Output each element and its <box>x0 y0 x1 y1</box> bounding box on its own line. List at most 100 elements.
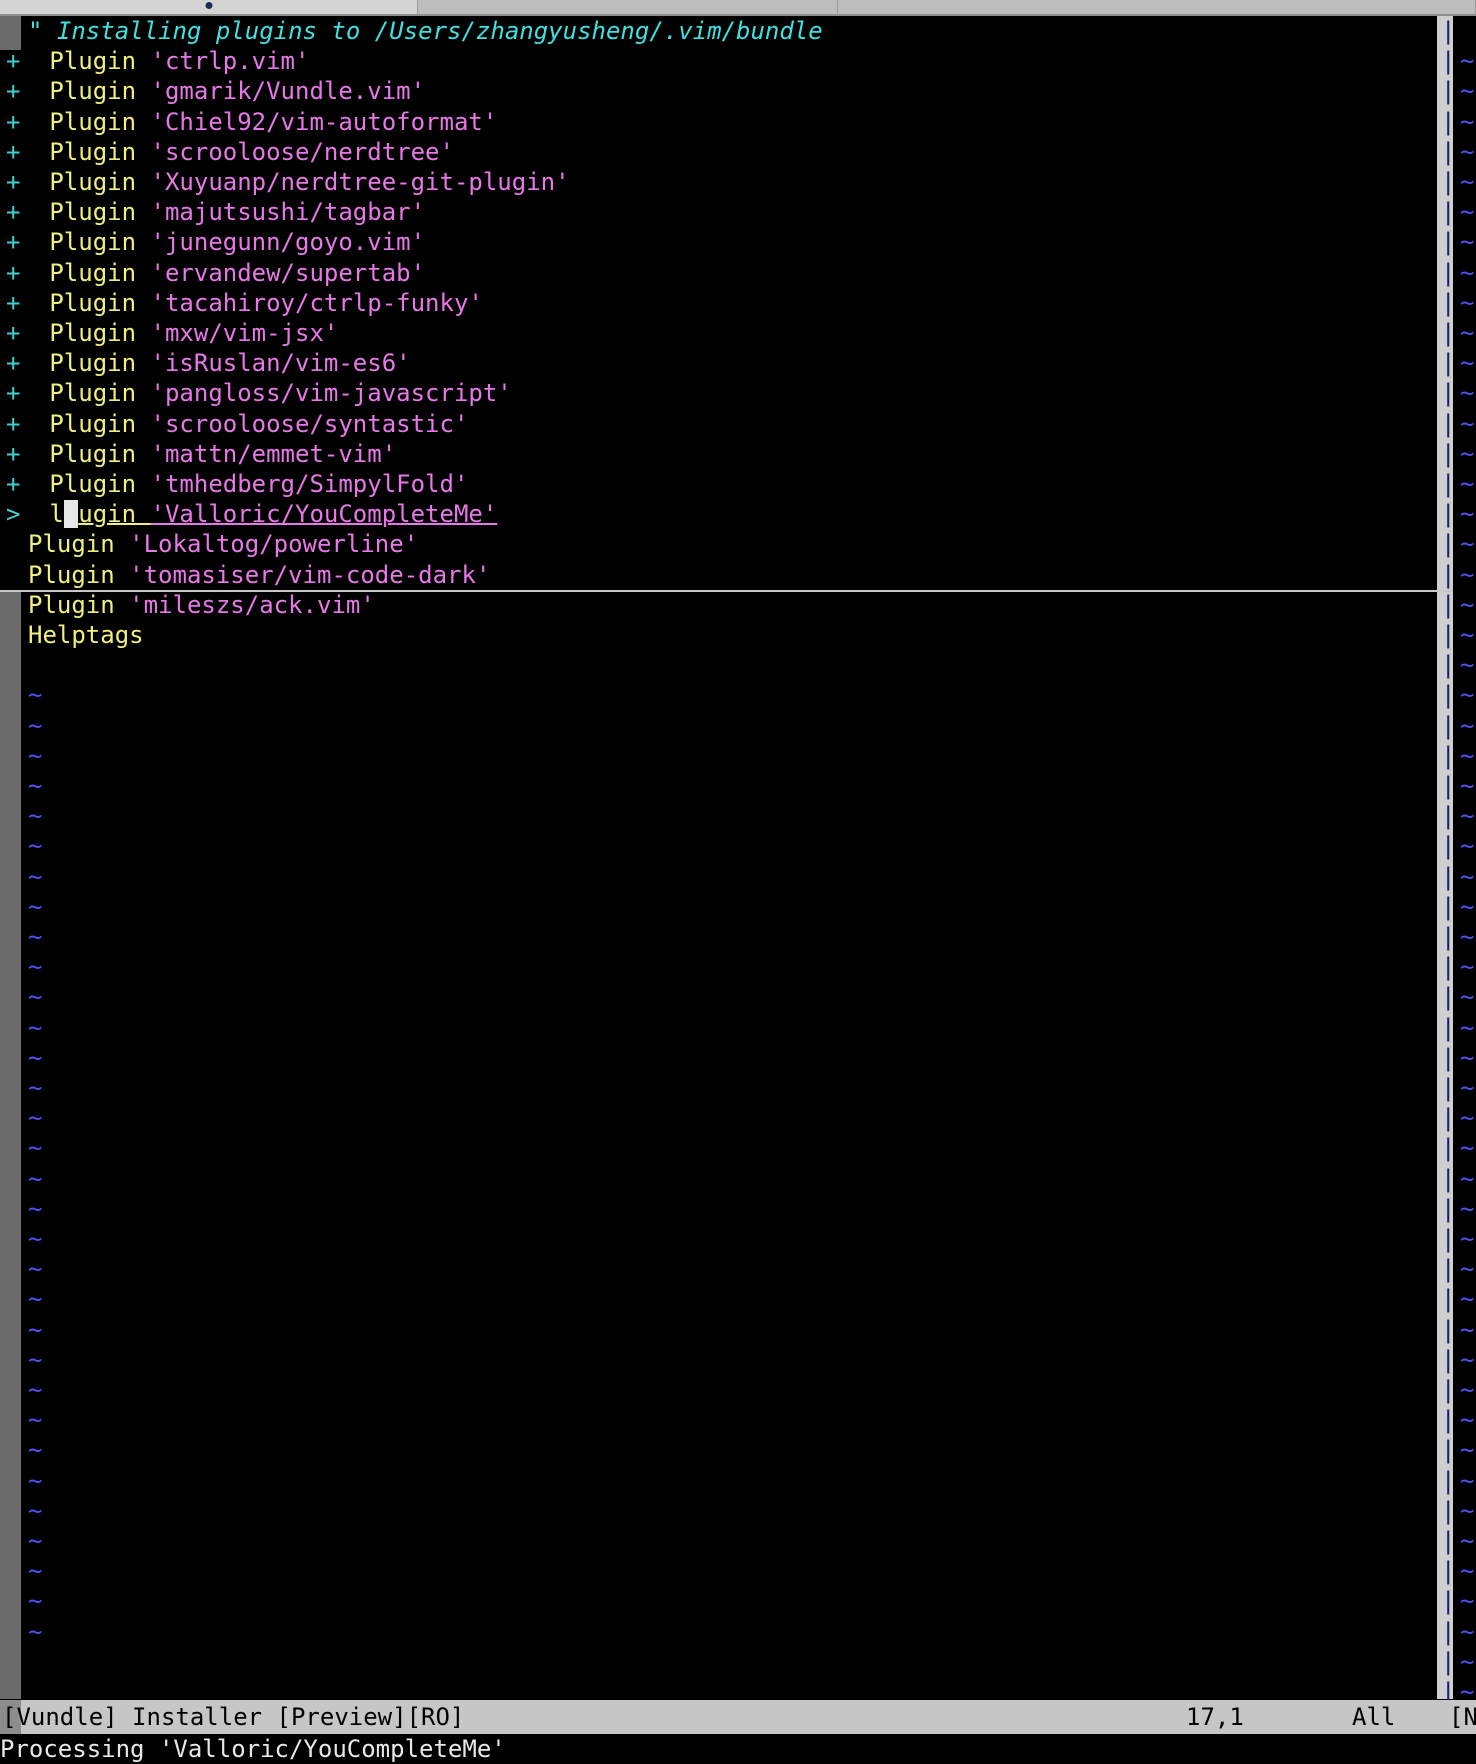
right-pane-empty-line-marker: ~ <box>1460 439 1475 468</box>
right-pane-separator-glyph: | <box>1441 530 1456 559</box>
right-pane-separator-glyph: | <box>1441 107 1456 136</box>
plugin-row: + Plugin 'pangloss/vim-javascript' <box>6 378 512 408</box>
plugin-status-sign: + <box>6 77 50 106</box>
empty-line-marker: ~ <box>28 1194 42 1224</box>
right-pane-empty-line-marker: ~ <box>1460 832 1475 861</box>
plugin-name: 'Lokaltog/powerline' <box>129 530 419 559</box>
plugin-keyword: Plugin <box>49 439 151 468</box>
plugin-row-pending: Plugin 'mileszs/ack.vim' <box>28 590 375 620</box>
plugin-name: 'scrooloose/nerdtree' <box>150 137 454 166</box>
right-pane-empty-line-marker: ~ <box>1460 741 1475 770</box>
plugin-keyword: Plugin <box>49 198 151 227</box>
tilde-icon: ~ <box>28 1557 43 1586</box>
empty-line-marker: ~ <box>28 1375 42 1405</box>
right-pane-separator-glyph: | <box>1441 1466 1456 1495</box>
tab-modified-dot-icon <box>205 2 212 9</box>
right-pane-separator-glyph: | <box>1441 1617 1456 1646</box>
plugin-keyword: Plugin <box>49 319 151 347</box>
right-pane-empty-line-marker: ~ <box>1460 651 1475 680</box>
plugin-name: 'mileszs/ack.vim' <box>129 590 375 619</box>
right-pane-separator-glyph: | <box>1441 1164 1456 1193</box>
right-pane-empty-line-marker: ~ <box>1460 168 1475 196</box>
plugin-row: + Plugin 'tmhedberg/SimpylFold' <box>6 469 468 499</box>
right-pane-separator-glyph: | <box>1441 983 1456 1012</box>
text-cursor[interactable]: P <box>63 500 79 529</box>
right-pane-separator-glyph: | <box>1441 17 1456 45</box>
tab-bar[interactable] <box>0 0 1476 16</box>
empty-line-marker: ~ <box>28 1224 42 1254</box>
plugin-keyword: Plugin <box>49 379 151 408</box>
plugin-keyword: Plugin <box>28 560 130 589</box>
plugin-name: 'tmhedberg/SimpylFold' <box>150 470 469 498</box>
right-pane-separator-glyph: | <box>1441 1345 1456 1374</box>
empty-line-marker: ~ <box>28 801 42 831</box>
tilde-icon: ~ <box>28 772 43 800</box>
right-pane-empty-line-marker: ~ <box>1460 228 1475 257</box>
plugin-name: 'ervandew/supertab' <box>150 258 426 287</box>
right-pane-separator-glyph: | <box>1441 1557 1456 1586</box>
right-pane-separator-glyph: | <box>1441 1074 1456 1102</box>
right-pane-empty-line-marker: ~ <box>1460 77 1475 106</box>
tilde-icon: ~ <box>28 1104 43 1133</box>
tilde-icon: ~ <box>28 923 43 951</box>
tilde-icon: ~ <box>28 681 43 710</box>
tilde-icon: ~ <box>28 1043 43 1072</box>
tilde-icon: ~ <box>28 1496 43 1525</box>
empty-line-marker: ~ <box>28 1617 42 1647</box>
right-pane-separator-glyph: | <box>1441 1315 1456 1344</box>
plugin-row: + Plugin 'Chiel92/vim-autoformat' <box>6 107 497 137</box>
right-pane-separator-glyph: | <box>1441 349 1456 378</box>
empty-line-marker: ~ <box>28 1405 42 1435</box>
right-pane-empty-line-marker: ~ <box>1460 681 1475 710</box>
plugin-row: + Plugin 'ervandew/supertab' <box>6 258 425 288</box>
empty-line-marker: ~ <box>28 952 42 982</box>
right-pane-empty-line-marker: ~ <box>1460 1406 1475 1435</box>
right-pane-empty-line-marker: ~ <box>1460 983 1475 1012</box>
plugin-name: 'isRuslan/vim-es6' <box>150 349 411 378</box>
status-cursor-position: 17,1 <box>1186 1703 1244 1731</box>
plugin-keyword: Plugin <box>49 137 151 166</box>
plugin-keyword: Plugin <box>28 590 130 619</box>
empty-line-marker: ~ <box>28 982 42 1012</box>
right-pane-empty-line-marker: ~ <box>1460 1013 1475 1042</box>
empty-line-marker: ~ <box>28 1284 42 1314</box>
status-buffer-label: [Vundle] Installer [Preview][RO] <box>2 1703 465 1731</box>
plugin-name: 'Chiel92/vim-autoformat' <box>150 107 498 136</box>
empty-line-marker: ~ <box>28 862 42 892</box>
tilde-icon: ~ <box>28 1436 43 1465</box>
empty-line-marker: ~ <box>28 1043 42 1073</box>
right-pane-separator-glyph: | <box>1441 621 1456 649</box>
command-line-message: Processing 'Valloric/YouCompleteMe' <box>0 1735 506 1763</box>
tilde-icon: ~ <box>28 1074 43 1102</box>
empty-line-marker: ~ <box>28 1073 42 1103</box>
plugin-row: + Plugin 'ctrlp.vim' <box>6 46 309 76</box>
right-pane-empty-line-marker: ~ <box>1460 711 1475 740</box>
plugin-name: 'scrooloose/syntastic' <box>150 409 469 438</box>
plugin-row: + Plugin 'scrooloose/nerdtree' <box>6 137 454 167</box>
tilde-icon: ~ <box>28 892 43 921</box>
plugin-status-sign: + <box>6 168 50 196</box>
plugin-row: + Plugin 'mxw/vim-jsx' <box>6 318 338 348</box>
empty-line-marker: ~ <box>28 1556 42 1586</box>
empty-line-marker: ~ <box>28 680 42 710</box>
empty-line-marker: ~ <box>28 831 42 861</box>
plugin-name: 'junegunn/goyo.vim' <box>150 228 426 257</box>
right-pane-empty-line-marker: ~ <box>1460 1134 1475 1163</box>
plugin-row: + Plugin 'tacahiroy/ctrlp-funky' <box>6 288 483 318</box>
plugin-name: 'tomasiser/vim-code-dark' <box>129 560 491 589</box>
tilde-icon: ~ <box>28 1134 43 1163</box>
right-pane-empty-line-marker: ~ <box>1460 892 1475 921</box>
tilde-icon: ~ <box>28 862 43 891</box>
right-pane-empty-line-marker: ~ <box>1460 1466 1475 1495</box>
right-pane-separator-glyph: | <box>1441 711 1456 740</box>
plugin-name: 'majutsushi/tagbar' <box>150 198 426 227</box>
plugin-keyword: Plugin <box>49 47 151 76</box>
plugin-name: 'gmarik/Vundle.vim' <box>150 77 426 106</box>
empty-line-marker: ~ <box>28 1586 42 1616</box>
tilde-icon: ~ <box>28 1255 43 1284</box>
right-pane-empty-line-marker: ~ <box>1460 1074 1475 1102</box>
right-pane-separator-glyph: | <box>1441 409 1456 438</box>
right-pane-separator-glyph: | <box>1441 802 1456 831</box>
plugin-status-sign: + <box>6 288 50 317</box>
window-split-line <box>0 590 1453 592</box>
